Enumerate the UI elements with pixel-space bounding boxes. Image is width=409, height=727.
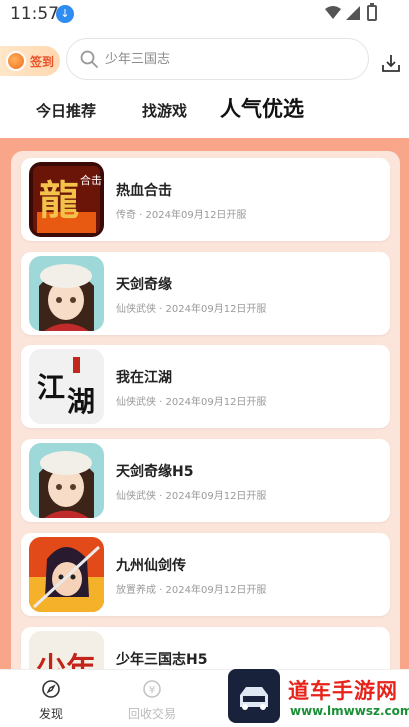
signin-label: 签到	[30, 55, 55, 69]
site-watermark: 道车手游网 www.lmwwsz.com	[228, 669, 409, 727]
list-item[interactable]: 江 湖 我在江湖 仙侠武侠 · 2024年09月12日开服	[21, 345, 390, 428]
game-subtitle: 传奇 · 2024年09月12日开服	[116, 210, 247, 221]
discover-icon	[42, 680, 60, 698]
download-badge-icon: ↓	[56, 5, 74, 23]
dragon-game-icon: 龍 合击	[29, 162, 104, 237]
game-list-panel: 龍 合击 热血合击 传奇 · 2024年09月12日开服 天剑奇缘 仙侠武侠 ·…	[0, 138, 409, 681]
anime-girl-game-icon	[29, 256, 104, 331]
list-item[interactable]: 天剑奇缘H5 仙侠武侠 · 2024年09月12日开服	[21, 439, 390, 522]
status-time: 11:57	[10, 4, 59, 24]
svg-text:¥: ¥	[149, 685, 155, 696]
svg-text:湖: 湖	[67, 385, 95, 418]
game-title: 天剑奇缘H5	[116, 464, 194, 480]
game-title: 少年三国志H5	[116, 652, 208, 668]
game-title: 九州仙剑传	[116, 558, 186, 574]
list-item[interactable]: 龍 合击 热血合击 传奇 · 2024年09月12日开服	[21, 158, 390, 241]
search-input[interactable]	[105, 45, 355, 73]
wifi-icon	[325, 6, 341, 19]
car-logo-icon	[228, 669, 280, 723]
signal-icon	[346, 6, 360, 20]
list-item[interactable]: 九州仙剑传 放置养成 · 2024年09月12日开服	[21, 533, 390, 616]
category-tabs: 今日推荐 找游戏 人气优选	[0, 92, 409, 128]
watermark-text: 道车手游网	[288, 679, 398, 703]
recycle-yen-icon: ¥	[143, 680, 161, 698]
game-title: 我在江湖	[116, 370, 172, 386]
svg-text:合击: 合击	[80, 173, 102, 187]
status-bar: 11:57 ↓	[0, 0, 409, 30]
tab-find-games[interactable]: 找游戏	[142, 100, 187, 121]
battery-icon	[367, 3, 377, 21]
game-subtitle: 仙侠武侠 · 2024年09月12日开服	[116, 304, 267, 315]
svg-text:龍: 龍	[39, 177, 79, 224]
game-subtitle: 放置养成 · 2024年09月12日开服	[116, 585, 267, 596]
game-list: 龍 合击 热血合击 传奇 · 2024年09月12日开服 天剑奇缘 仙侠武侠 ·…	[11, 151, 400, 681]
game-title: 热血合击	[116, 183, 172, 199]
watermark-url: www.lmwwsz.com	[290, 704, 409, 718]
game-subtitle: 仙侠武侠 · 2024年09月12日开服	[116, 397, 267, 408]
jianghu-calligraphy-icon: 江 湖	[29, 349, 104, 424]
nav-label: 回收交易	[127, 707, 176, 721]
swordsman-game-icon	[29, 537, 104, 612]
svg-text:江: 江	[37, 371, 65, 404]
search-icon	[80, 50, 98, 68]
anime-girl-game-icon	[29, 443, 104, 518]
search-bar[interactable]	[66, 38, 369, 80]
download-icon[interactable]	[381, 53, 401, 73]
signin-button[interactable]: 签到	[0, 46, 60, 76]
list-item[interactable]: 天剑奇缘 仙侠武侠 · 2024年09月12日开服	[21, 252, 390, 335]
tab-today-recommend[interactable]: 今日推荐	[36, 100, 96, 121]
nav-label: 发现	[38, 707, 63, 721]
nav-discover[interactable]: 发现	[11, 670, 91, 727]
game-title: 天剑奇缘	[116, 277, 172, 293]
tab-popular-picks[interactable]: 人气优选	[220, 93, 304, 123]
coin-icon	[6, 51, 26, 71]
game-subtitle: 仙侠武侠 · 2024年09月12日开服	[116, 491, 267, 502]
nav-recycle-trade[interactable]: ¥ 回收交易	[112, 670, 192, 727]
